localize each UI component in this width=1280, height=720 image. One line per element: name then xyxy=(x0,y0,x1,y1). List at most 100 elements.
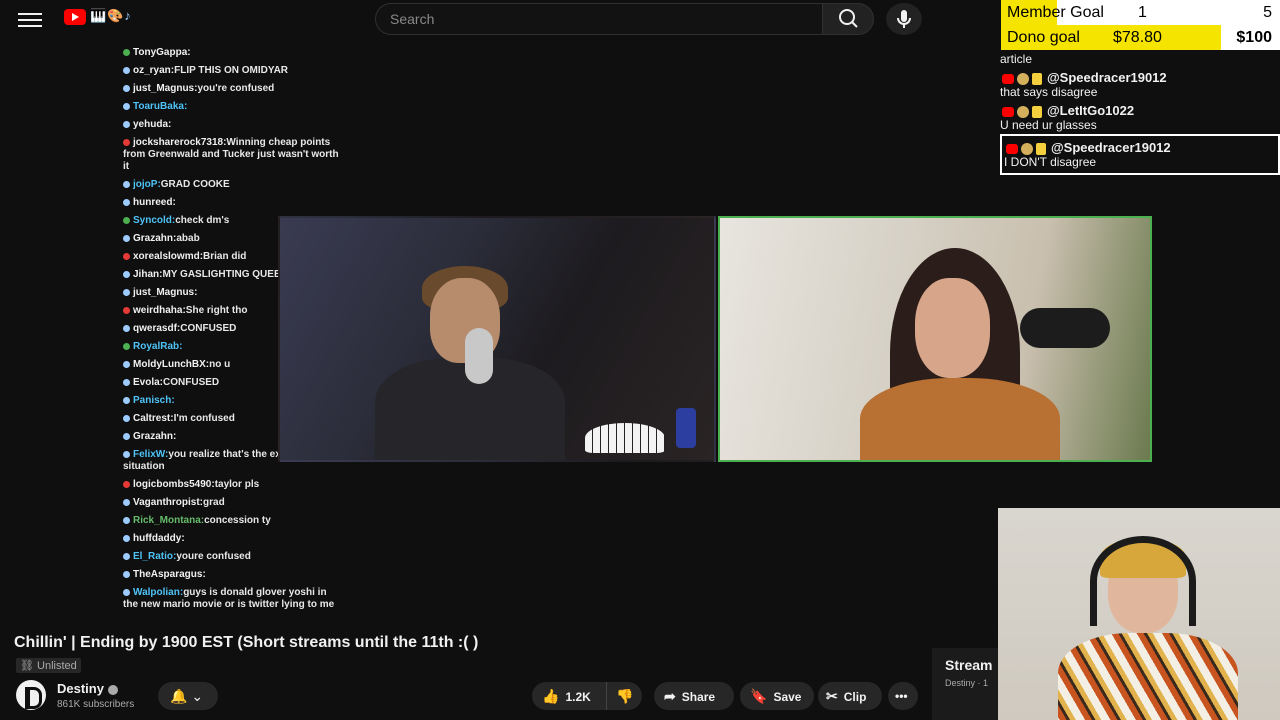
chat-username: RoyalRab: xyxy=(133,341,183,352)
chat-username: Caltrest: xyxy=(133,413,174,424)
channel-name[interactable]: Destiny xyxy=(57,681,104,696)
keyboard-instrument xyxy=(585,423,665,453)
avatar-icon xyxy=(1017,105,1029,118)
youtube-logo-icon[interactable] xyxy=(64,9,86,25)
bookmark-icon: 🔖 xyxy=(750,688,768,704)
channel-name-row[interactable]: Destiny xyxy=(57,681,118,696)
youtube-badge-icon xyxy=(1002,106,1014,117)
chat-username: xorealslowmd: xyxy=(133,251,204,262)
chat-text: no u xyxy=(209,359,231,370)
next-video-channel: Destiny · 1 xyxy=(945,678,989,688)
chat-text: check dm's xyxy=(175,215,230,226)
link-icon: ⛓ xyxy=(20,660,38,672)
save-button[interactable]: 🔖 Save xyxy=(740,682,814,710)
highlight-chat-message: @LetItGo1022 U need ur glasses xyxy=(1000,101,1280,134)
chat-username: just_Magnus: xyxy=(133,83,198,94)
chat-username: logicbombs5490: xyxy=(133,479,215,490)
highlight-chat-header: @Speedracer19012 xyxy=(1000,70,1280,85)
chat-text: grad xyxy=(203,497,225,508)
save-label: Save xyxy=(773,690,802,704)
chat-text: taylor pls xyxy=(214,479,260,490)
chat-text: GRAD COOKE xyxy=(160,179,230,190)
chat-text: abab xyxy=(176,233,200,244)
visibility-badge: ⛓ Unlisted xyxy=(16,658,81,673)
chat-message: logicbombs5490:taylor pls xyxy=(120,476,340,494)
chat-message: TheAsparagus: xyxy=(120,566,340,584)
chat-message: Vaganthropist:grad xyxy=(120,494,340,512)
member-goal-row: Member Goal 1 5 xyxy=(1001,0,1280,25)
drink-can xyxy=(676,408,696,448)
more-actions-button[interactable]: ••• xyxy=(888,682,918,710)
chat-badge-icon xyxy=(123,324,130,332)
chat-message: TonyGappa: xyxy=(120,44,340,62)
chat-message: hunreed: xyxy=(120,194,340,212)
chat-badge-icon xyxy=(123,66,130,74)
youtube-badge-icon xyxy=(1002,73,1014,84)
chat-username: oz_ryan: xyxy=(133,65,175,76)
chat-username: hunreed: xyxy=(133,197,176,208)
search-box xyxy=(375,3,823,35)
channel-avatar[interactable] xyxy=(16,680,46,710)
chat-username: TheAsparagus: xyxy=(133,569,206,580)
goals-overlay: Member Goal 1 5 Dono goal $78.80 $100 xyxy=(1001,0,1280,50)
chat-username: MoldyLunchBX: xyxy=(133,359,210,370)
logo-decoration: 🎹🎨♪ xyxy=(90,8,132,23)
chevron-down-icon: ⌄ xyxy=(191,688,204,704)
notification-bell-button[interactable]: 🔔 ⌄ xyxy=(158,682,218,710)
chat-badge-icon xyxy=(123,84,130,92)
chat-badge-icon xyxy=(123,342,130,350)
chat-message: huffdaddy: xyxy=(120,530,340,548)
verified-icon xyxy=(107,684,118,695)
highlight-chat-message: article xyxy=(1000,50,1280,68)
chat-badge-icon xyxy=(123,378,130,386)
chat-badge-icon xyxy=(123,516,130,524)
chat-text: FLIP THIS ON OMIDYAR xyxy=(174,65,289,76)
chat-username: TonyGappa: xyxy=(133,47,191,58)
subscriber-count: 861K subscribers xyxy=(57,699,135,710)
chat-message: Walpolian:guys is donald glover yoshi in… xyxy=(120,584,340,614)
chat-username: Rick_Montana: xyxy=(133,515,205,526)
chat-badge-icon xyxy=(123,138,130,146)
chat-message: oz_ryan:FLIP THIS ON OMIDYAR xyxy=(120,62,340,80)
chat-message: yehuda: xyxy=(120,116,340,134)
chat-username: jojoP: xyxy=(133,179,161,190)
chat-badge-icon xyxy=(123,234,130,242)
highlight-chat-text: U need ur glasses xyxy=(1000,118,1097,132)
chat-username: ToaruBaka: xyxy=(133,101,188,112)
chat-badge-icon xyxy=(123,432,130,440)
clip-button[interactable]: ✂ Clip xyxy=(818,682,882,710)
chat-badge-icon xyxy=(123,570,130,578)
menu-icon[interactable] xyxy=(18,9,42,29)
like-count: 1.2K xyxy=(565,690,591,704)
share-button[interactable]: ➦ Share xyxy=(654,682,734,710)
chat-username: FelixW: xyxy=(133,449,169,460)
bell-icon: 🔔 xyxy=(170,688,188,704)
search-button[interactable] xyxy=(822,3,874,35)
microphone-left xyxy=(465,328,493,384)
chat-badge-icon xyxy=(123,48,130,56)
headphones xyxy=(1090,536,1196,626)
chat-username: qwerasdf: xyxy=(133,323,181,334)
search-input[interactable] xyxy=(376,4,822,34)
highlight-chat-header: @LetItGo1022 xyxy=(1000,103,1280,118)
chat-username: just_Magnus: xyxy=(133,287,198,298)
highlight-chat-username: @Speedracer19012 xyxy=(1051,140,1171,155)
chat-badge-icon xyxy=(123,270,130,278)
thumbs-down-icon: 👎 xyxy=(616,688,634,704)
voice-search-button[interactable] xyxy=(886,3,922,35)
chat-username: Panisch: xyxy=(133,395,175,406)
microphone-icon xyxy=(897,10,911,28)
chat-username: yehuda: xyxy=(133,119,172,130)
dono-goal-label: Dono goal xyxy=(1007,29,1080,46)
highlight-chat-username: @LetItGo1022 xyxy=(1047,103,1135,118)
chat-badge-icon xyxy=(123,198,130,206)
next-video-card[interactable]: Stream Destiny · 1 xyxy=(932,648,998,720)
dislike-button[interactable]: 👎 xyxy=(606,682,642,710)
chat-text: I'm confused xyxy=(173,413,235,424)
search-icon xyxy=(839,9,858,28)
person-right-body xyxy=(860,378,1060,460)
member-badge-icon xyxy=(1036,142,1046,155)
member-badge-icon xyxy=(1032,105,1042,118)
video-title: Chillin' | Ending by 1900 EST (Short str… xyxy=(14,634,479,651)
next-video-title: Stream xyxy=(945,657,993,673)
